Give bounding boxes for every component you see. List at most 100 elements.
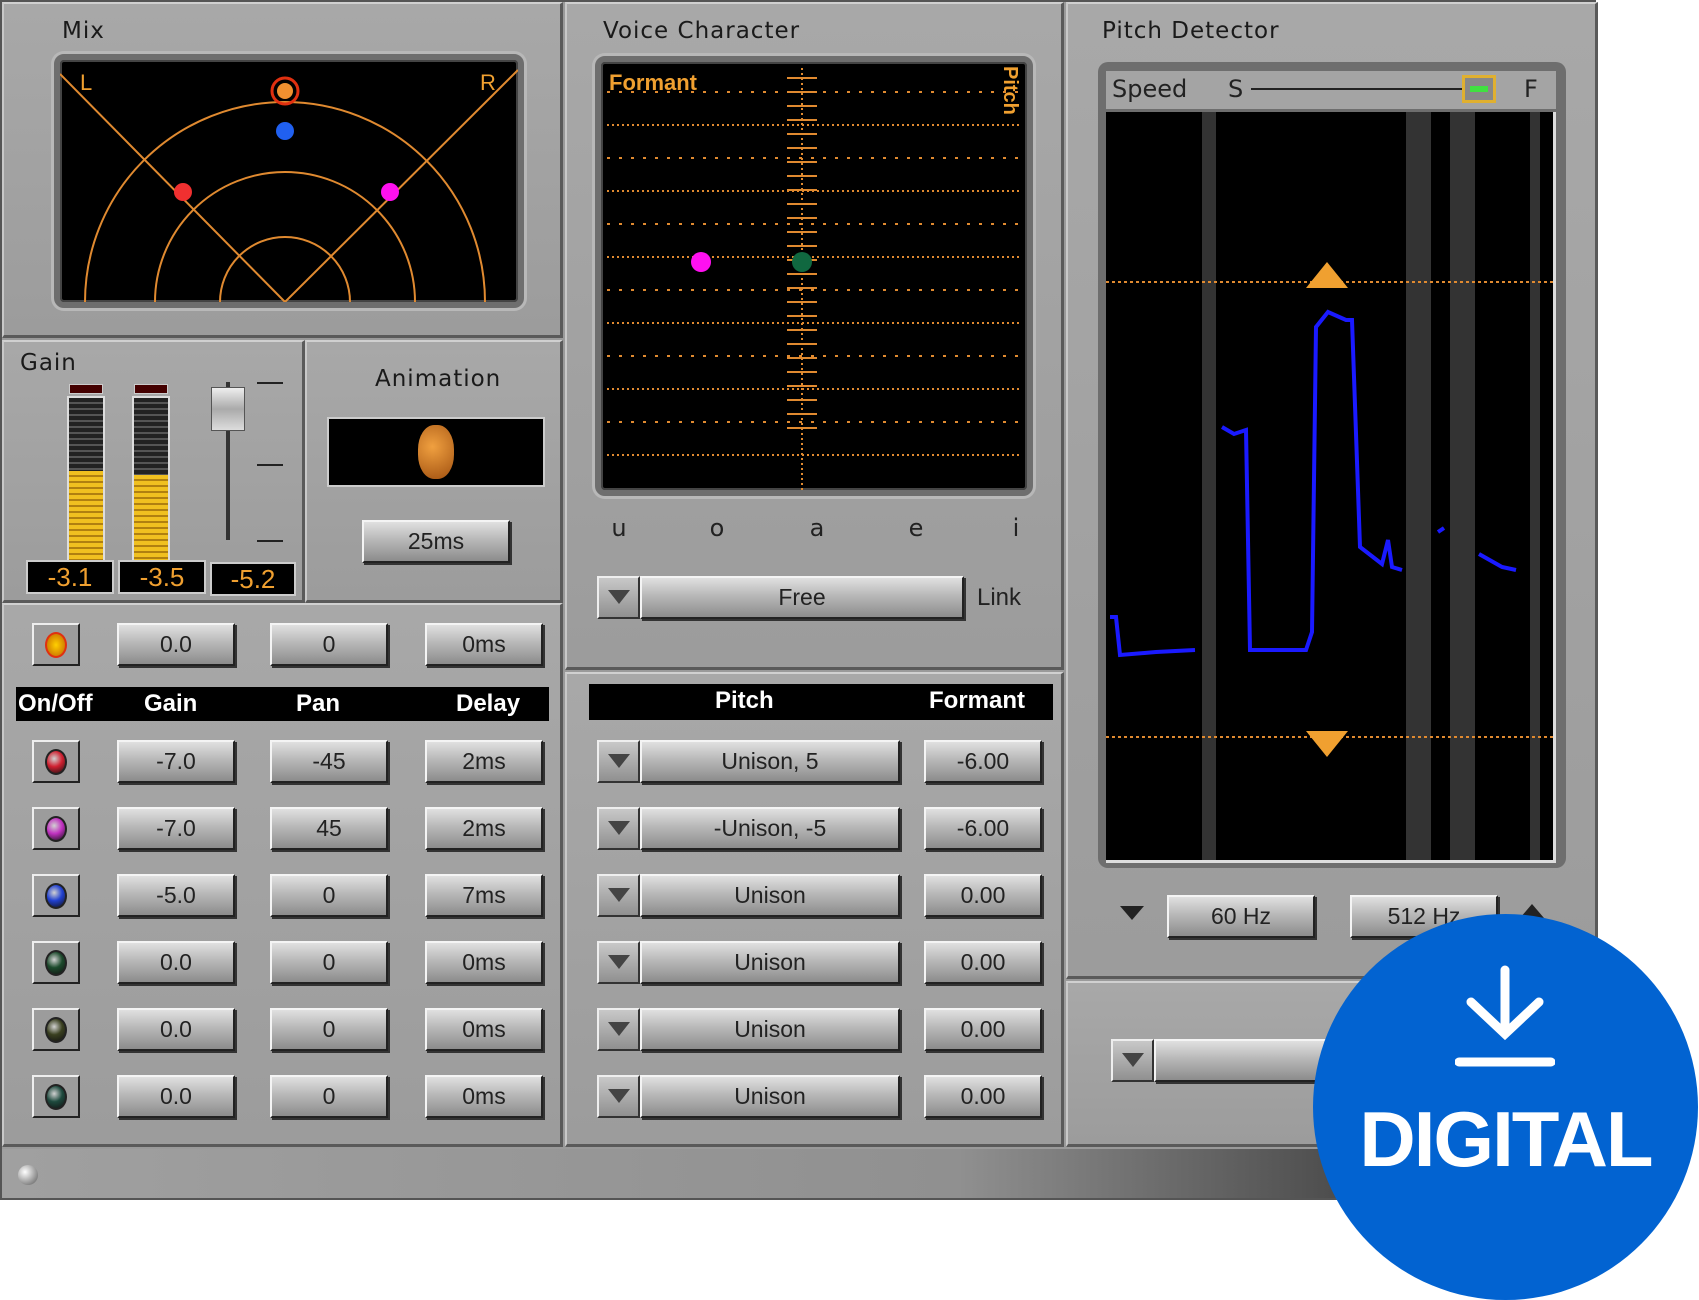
formant-axis-label: Formant (609, 70, 698, 95)
voice-gain-button[interactable]: 0.0 (117, 1008, 235, 1051)
voice-onoff-led[interactable] (32, 1008, 80, 1051)
voice-gain-button[interactable]: 0.0 (117, 941, 235, 984)
voice-pitch-dropdown[interactable]: Unison, 5 (640, 740, 900, 783)
led-icon (45, 631, 67, 658)
gain-meter-left (67, 384, 105, 563)
voice-pan-button[interactable]: 0 (270, 874, 388, 917)
master-onoff-led[interactable] (32, 623, 80, 666)
fader-tick (257, 464, 283, 466)
mix-voice-dot-magenta[interactable] (381, 183, 399, 201)
voice-onoff-led[interactable] (32, 740, 80, 783)
mix-right-label: R (480, 70, 496, 95)
voice-delay-button[interactable]: 2ms (425, 807, 543, 850)
voice-onoff-led[interactable] (32, 874, 80, 917)
low-freq-button[interactable]: 60 Hz (1167, 895, 1315, 938)
mix-left-line (59, 73, 286, 303)
voice-formant-button[interactable]: -6.00 (924, 807, 1042, 850)
speed-bar: Speed S F (1106, 71, 1556, 109)
voice-gain-button[interactable]: 0.0 (117, 1075, 235, 1118)
voice-delay-button[interactable]: 0ms (425, 1008, 543, 1051)
voice-mode-dropdown[interactable]: Free (640, 576, 964, 619)
pitch-formant-panel: Pitch Formant Unison, 5 -6.00 -Unison, -… (565, 672, 1064, 1147)
voice-pitch-dropdown[interactable]: Unison (640, 874, 900, 917)
voice-pan-button[interactable]: 0 (270, 1008, 388, 1051)
voice-character-grid[interactable]: Formant Pitch (601, 62, 1027, 490)
voice-gain-button[interactable]: -7.0 (117, 807, 235, 850)
mix-master-dot[interactable] (277, 83, 293, 99)
voice-gain-button[interactable]: -7.0 (117, 740, 235, 783)
voice-formant-button[interactable]: 0.00 (924, 874, 1042, 917)
formant-dot-magenta[interactable] (691, 252, 711, 272)
pitch-trace (1436, 526, 1446, 534)
status-knob-icon[interactable] (18, 1165, 38, 1185)
voice-formant-button[interactable]: 0.00 (924, 1075, 1042, 1118)
voice-formant-button[interactable]: 0.00 (924, 941, 1042, 984)
master-delay-button[interactable]: 0ms (425, 623, 543, 666)
voice-pan-button[interactable]: 45 (270, 807, 388, 850)
voice-pitch-dropdown-arrow[interactable] (597, 874, 640, 917)
voice-pitch-dropdown[interactable]: Unison (640, 1008, 900, 1051)
voice-pitch-dropdown[interactable]: -Unison, -5 (640, 807, 900, 850)
low-limit-handle-icon[interactable] (1306, 731, 1348, 757)
voice-delay-button[interactable]: 7ms (425, 874, 543, 917)
gain-fader-handle[interactable] (211, 387, 245, 431)
formant-dot-green[interactable] (792, 252, 812, 272)
mix-voice-dot-red[interactable] (174, 183, 192, 201)
pitch-graph[interactable] (1106, 112, 1556, 863)
voice-delay-button[interactable]: 0ms (425, 1075, 543, 1118)
voice-pitch-dropdown-arrow[interactable] (597, 1008, 640, 1051)
mix-voice-dot-blue[interactable] (276, 122, 294, 140)
voice-pitch-dropdown[interactable]: Unison (640, 941, 900, 984)
mix-ring-inner (219, 236, 351, 368)
voice-formant-button[interactable]: 0.00 (924, 1008, 1042, 1051)
voice-pitch-dropdown-arrow[interactable] (597, 1075, 640, 1118)
voice-delay-button[interactable]: 2ms (425, 740, 543, 783)
fader-tick (257, 382, 283, 384)
voice-pan-button[interactable]: 0 (270, 1075, 388, 1118)
led-icon (45, 882, 67, 909)
master-gain-button[interactable]: 0.0 (117, 623, 235, 666)
voice-pitch-dropdown-arrow[interactable] (597, 740, 640, 783)
animation-time-button[interactable]: 25ms (362, 520, 510, 563)
mix-pan-field[interactable]: L R (59, 60, 519, 503)
vowel-label: i (1012, 514, 1020, 542)
master-pan-button[interactable]: 0 (270, 623, 388, 666)
gain-readout-left: -3.1 (26, 560, 114, 594)
vowel-label: u (611, 514, 627, 542)
voice-mode-dropdown-arrow[interactable] (597, 576, 640, 619)
voice-pan-button[interactable]: 0 (270, 941, 388, 984)
voice-onoff-led[interactable] (32, 1075, 80, 1118)
voice-delay-button[interactable]: 0ms (425, 941, 543, 984)
pitch-trace (1110, 615, 1196, 658)
header-pan: Pan (296, 690, 341, 717)
high-limit-handle-icon[interactable] (1306, 262, 1348, 288)
mix-display[interactable]: L R (54, 54, 524, 503)
voice-pan-button[interactable]: -45 (270, 740, 388, 783)
voice-pitch-dropdown[interactable]: Unison (640, 1075, 900, 1118)
vowel-label: o (709, 514, 725, 542)
pitch-trace (1478, 552, 1517, 572)
voices-panel: 0.0 0 0ms On/Off Gain Pan Delay -7.0 -45… (2, 603, 563, 1147)
speed-slider-handle[interactable] (1462, 75, 1496, 103)
speed-slider-track[interactable] (1251, 88, 1491, 90)
gain-readout-right: -3.5 (118, 560, 206, 594)
voice-onoff-led[interactable] (32, 807, 80, 850)
low-freq-down-arrow-icon[interactable] (1120, 906, 1144, 920)
digital-badge: DIGITAL (1313, 914, 1698, 1300)
pitch-band (1530, 112, 1540, 860)
voice-character-display[interactable]: Formant Pitch (595, 56, 1033, 496)
voice-gain-button[interactable]: -5.0 (117, 874, 235, 917)
gain-panel: Gain -3.1 -3.5 -5.2 (2, 340, 305, 603)
preset-dropdown-arrow[interactable] (1111, 1039, 1154, 1082)
voice-onoff-led[interactable] (32, 941, 80, 984)
voice-pitch-dropdown-arrow[interactable] (597, 941, 640, 984)
pitch-band (1406, 112, 1431, 860)
fader-tick (257, 540, 283, 542)
voice-pitch-dropdown-arrow[interactable] (597, 807, 640, 850)
pitch-axis-label: Pitch (999, 66, 1021, 115)
vowel-label: a (809, 514, 825, 542)
speed-slow-label: S (1228, 75, 1244, 103)
voice-formant-button[interactable]: -6.00 (924, 740, 1042, 783)
link-label[interactable]: Link (977, 584, 1021, 612)
pitch-trace (1220, 309, 1403, 652)
